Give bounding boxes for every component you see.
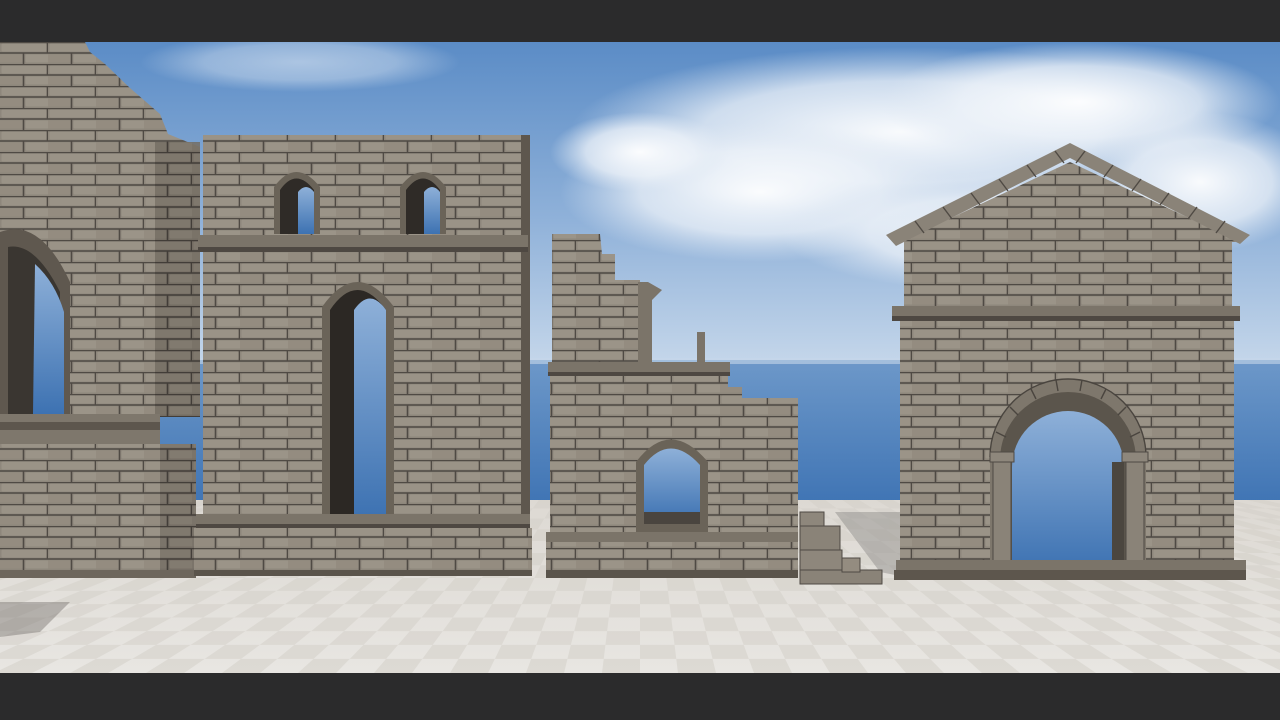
- floor-tile: [666, 577, 696, 591]
- viewport-frame: [0, 0, 1280, 720]
- floor-tile: [536, 631, 575, 645]
- two-story-wall: [194, 135, 532, 576]
- floor-tile: [546, 604, 581, 618]
- floor-tile: [640, 590, 670, 605]
- gabled-gatehouse: [886, 143, 1250, 580]
- floor-tile: [669, 604, 703, 618]
- round-arch-gateway: [989, 378, 1149, 571]
- lancet-window-left: [274, 172, 320, 234]
- floor-tile: [556, 577, 588, 591]
- floor-tile: [526, 658, 568, 673]
- floor-tile: [567, 644, 606, 659]
- floor-tile: [602, 658, 640, 673]
- floor-tile: [672, 631, 710, 645]
- floor-tile: [738, 631, 779, 645]
- floor-tile: [580, 590, 613, 605]
- floor-tile: [494, 644, 537, 659]
- letterbox-bottom-bar: [0, 673, 1280, 720]
- floor-tile: [605, 631, 640, 645]
- render-viewport: [0, 42, 1280, 673]
- floor-tile: [640, 644, 677, 659]
- small-arched-window: [636, 439, 708, 532]
- floor-tile: [748, 658, 792, 673]
- letterbox-top-bar: [0, 0, 1280, 42]
- floor-tile: [640, 617, 673, 632]
- ruins-scene: [0, 42, 1280, 673]
- floor-tile: [508, 617, 547, 632]
- floor-tile: [676, 658, 716, 673]
- floor-tile: [612, 577, 640, 591]
- floor-tile: [608, 604, 640, 618]
- floor-tile: [695, 590, 729, 605]
- tall-arched-opening: [322, 282, 394, 517]
- floor-tile: [574, 617, 609, 632]
- floor-tile: [702, 617, 739, 632]
- lancet-window-right: [400, 172, 446, 234]
- floor-tile: [709, 644, 749, 659]
